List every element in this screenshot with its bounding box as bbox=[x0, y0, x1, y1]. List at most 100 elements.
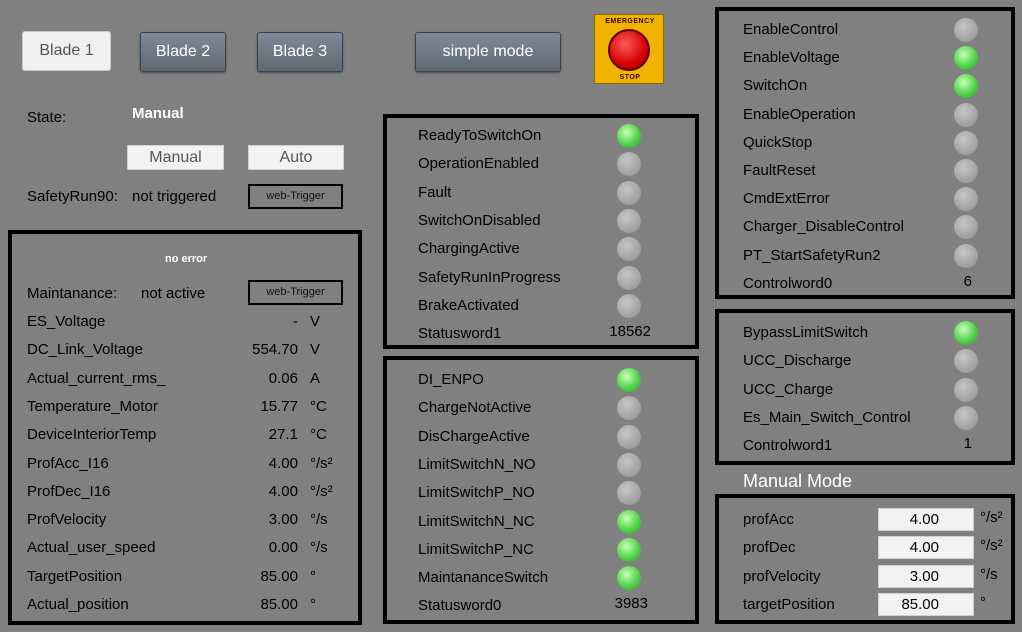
maintenance-value: not active bbox=[141, 285, 206, 302]
error-text: no error bbox=[165, 253, 208, 265]
tab-blade-3[interactable]: Blade 3 bbox=[257, 32, 343, 72]
word-value: 6 bbox=[963, 272, 972, 290]
manual-row-unit: ° bbox=[980, 593, 986, 611]
status-label: QuickStop bbox=[743, 133, 813, 151]
value-row-unit: A bbox=[310, 369, 321, 387]
maintenance-label: Maintanance: bbox=[27, 285, 118, 302]
auto-button[interactable]: Auto bbox=[248, 145, 344, 170]
status-label: EnableControl bbox=[743, 21, 839, 38]
led-off-icon bbox=[954, 243, 978, 268]
value-row-unit: °C bbox=[310, 397, 327, 415]
led-off-icon bbox=[617, 265, 641, 290]
led-on-icon bbox=[617, 124, 641, 148]
simple-mode-button[interactable]: simple mode bbox=[415, 32, 561, 72]
status-label: DI_ENPO bbox=[418, 371, 484, 388]
word-value: 18562 bbox=[609, 323, 651, 341]
manual-mode-title: Manual Mode bbox=[743, 471, 853, 491]
status-label: SwitchOnDisabled bbox=[418, 211, 541, 229]
status-label: MaintananceSwitch bbox=[418, 569, 549, 587]
emergency-stop-button[interactable]: EMERGENCY STOP bbox=[594, 14, 664, 84]
estop-top-text: EMERGENCY bbox=[605, 18, 655, 25]
value-row-unit: ° bbox=[310, 567, 316, 585]
led-off-icon bbox=[954, 405, 978, 430]
status-label: OperationEnabled bbox=[418, 155, 539, 173]
status-label: BrakeActivated bbox=[418, 296, 519, 314]
value-row-unit: V bbox=[310, 313, 321, 330]
led-off-icon bbox=[617, 452, 641, 477]
word-value: 1 bbox=[963, 435, 972, 453]
word-label: Controlword1 bbox=[743, 437, 833, 455]
value-row-unit: °/s² bbox=[310, 482, 333, 500]
led-off-icon bbox=[954, 18, 978, 42]
status-label: ChargingActive bbox=[418, 240, 520, 258]
status-label: Charger_DisableControl bbox=[743, 218, 904, 236]
value-row-value: 554.70 bbox=[252, 341, 298, 359]
manual-row-label: profAcc bbox=[743, 511, 794, 528]
status-label: CmdExtError bbox=[743, 190, 830, 208]
value-row-value: 15.77 bbox=[260, 397, 298, 415]
value-row-label: Actual_user_speed bbox=[27, 539, 156, 557]
led-on-icon bbox=[617, 537, 641, 562]
value-row-value: - bbox=[293, 313, 298, 330]
value-row-value: 4.00 bbox=[268, 482, 298, 500]
led-on-icon bbox=[617, 566, 641, 591]
manual-row-unit: °/s² bbox=[980, 509, 1003, 526]
value-row-value: 27.1 bbox=[268, 426, 298, 444]
led-off-icon bbox=[954, 102, 978, 127]
status-label: SafetyRunInProgress bbox=[418, 268, 561, 286]
led-off-icon bbox=[617, 481, 641, 506]
status-label: DisChargeActive bbox=[418, 427, 530, 445]
safetyrun-label: SafetyRun90: bbox=[27, 188, 118, 205]
manual-button[interactable]: Manual bbox=[127, 145, 224, 170]
manual-value-input[interactable]: 4.00 bbox=[878, 536, 974, 560]
manual-row-label: profVelocity bbox=[743, 567, 821, 585]
led-off-icon bbox=[954, 377, 978, 402]
value-row-label: Actual_position bbox=[27, 596, 129, 613]
safetyrun-web-trigger-button[interactable]: web-Trigger bbox=[248, 184, 343, 209]
value-row-label: ProfVelocity bbox=[27, 511, 107, 529]
value-row-value: 85.00 bbox=[260, 596, 298, 613]
word-label: Controlword0 bbox=[743, 274, 833, 292]
led-off-icon bbox=[617, 293, 641, 318]
status-label: BypassLimitSwitch bbox=[743, 324, 869, 341]
safetyrun-value: not triggered bbox=[132, 188, 217, 205]
tab-blade-2[interactable]: Blade 2 bbox=[140, 32, 226, 72]
status-label: PT_StartSafetyRun2 bbox=[743, 246, 881, 264]
status-label: ReadyToSwitchOn bbox=[418, 127, 542, 144]
status-label: Fault bbox=[418, 183, 452, 201]
manual-value-input[interactable]: 85.00 bbox=[878, 592, 974, 616]
status-label: LimitSwitchN_NO bbox=[418, 455, 536, 473]
value-row-label: ES_Voltage bbox=[27, 313, 106, 330]
state-value: Manual bbox=[132, 105, 184, 122]
manual-value-input[interactable]: 3.00 bbox=[878, 564, 974, 588]
led-off-icon bbox=[954, 159, 978, 183]
value-row-label: DeviceInteriorTemp bbox=[27, 426, 157, 444]
value-row-label: Actual_current_rms_ bbox=[27, 369, 166, 387]
status-label: EnableVoltage bbox=[743, 49, 840, 67]
word-label: Statusword0 bbox=[418, 597, 502, 615]
value-row-unit: °C bbox=[310, 426, 327, 444]
status-label: ChargeNotActive bbox=[418, 399, 532, 417]
maintenance-web-trigger-button[interactable]: web-Trigger bbox=[248, 280, 343, 305]
led-off-icon bbox=[617, 180, 641, 205]
status-label: UCC_Discharge bbox=[743, 352, 852, 370]
status-label: Es_Main_Switch_Control bbox=[743, 408, 911, 426]
value-row-unit: V bbox=[310, 341, 321, 359]
value-row-unit: °/s bbox=[310, 539, 328, 557]
led-on-icon bbox=[617, 368, 641, 392]
value-row-unit: °/s bbox=[310, 511, 328, 529]
state-label: State: bbox=[27, 109, 67, 126]
estop-red-icon bbox=[608, 29, 650, 71]
manual-row-label: profDec bbox=[743, 539, 796, 557]
led-off-icon bbox=[617, 424, 641, 449]
value-row-label: TargetPosition bbox=[27, 567, 123, 585]
status-label: LimitSwitchN_NC bbox=[418, 512, 535, 530]
word-label: Statusword1 bbox=[418, 325, 502, 343]
value-row-label: ProfDec_I16 bbox=[27, 482, 111, 500]
manual-value-input[interactable]: 4.00 bbox=[878, 508, 974, 531]
status-label: SwitchOn bbox=[743, 77, 808, 95]
tab-blade-1[interactable]: Blade 1 bbox=[22, 31, 111, 71]
status-label: LimitSwitchP_NO bbox=[418, 484, 535, 502]
value-row-unit: °/s² bbox=[310, 454, 333, 472]
led-off-icon bbox=[617, 208, 641, 233]
